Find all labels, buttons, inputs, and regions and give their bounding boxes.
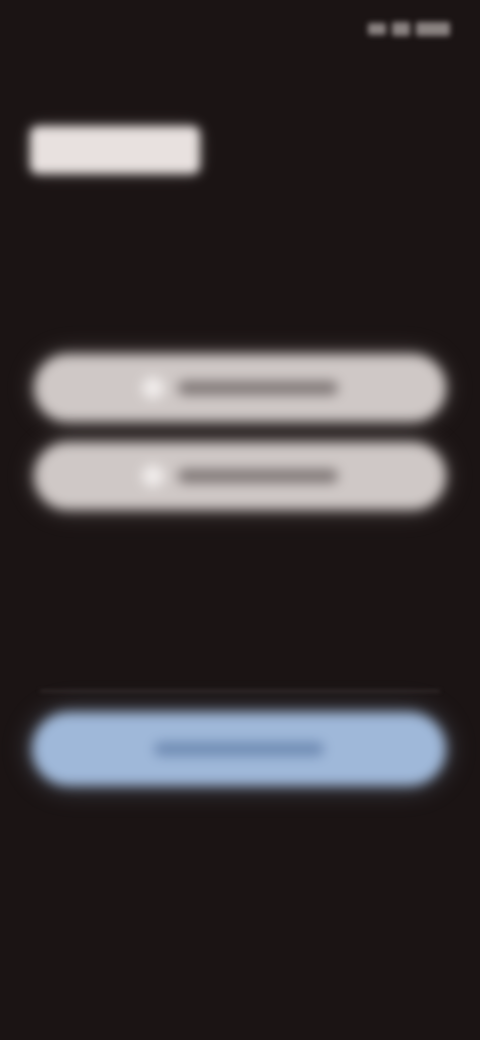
continue-button[interactable] [32, 712, 446, 786]
wifi-icon [392, 22, 410, 36]
sign-in-apple-label [178, 469, 338, 483]
status-bar [0, 0, 480, 56]
tertiary-link[interactable] [150, 950, 330, 980]
status-icons [368, 20, 450, 38]
app-logo [30, 126, 200, 174]
terms-text [32, 822, 352, 838]
sign-in-google-label [178, 381, 338, 395]
email-field[interactable] [40, 690, 440, 692]
apple-icon [142, 465, 164, 487]
secondary-link[interactable] [190, 884, 290, 904]
sign-in-apple-button[interactable] [34, 442, 446, 510]
signal-icon [368, 23, 386, 35]
google-icon [142, 377, 164, 399]
status-time [32, 16, 132, 40]
continue-label [154, 742, 324, 756]
battery-icon [416, 22, 450, 36]
sign-in-google-button[interactable] [34, 354, 446, 422]
